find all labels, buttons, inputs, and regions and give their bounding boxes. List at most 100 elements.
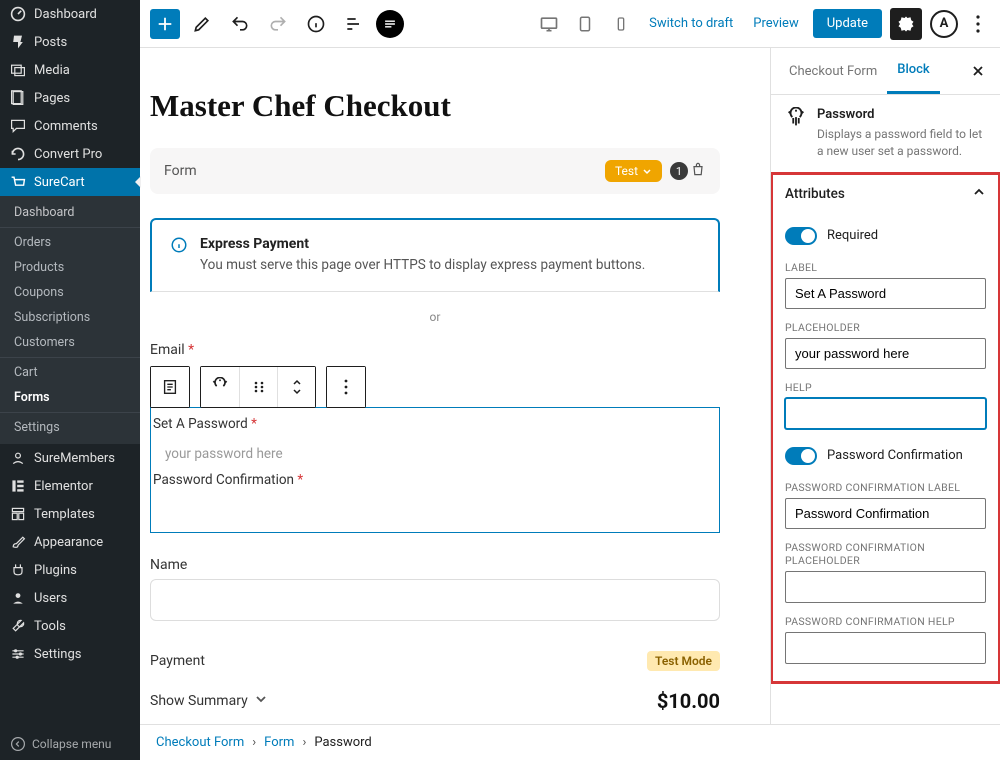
sub-products[interactable]: Products — [0, 255, 140, 280]
sub-subscriptions[interactable]: Subscriptions — [0, 305, 140, 330]
test-badge[interactable]: Test — [605, 160, 662, 182]
sidebar-item-appearance[interactable]: Appearance — [0, 528, 140, 556]
info-button[interactable] — [300, 8, 332, 40]
help-input[interactable] — [785, 398, 986, 429]
edit-mode-button[interactable] — [186, 8, 218, 40]
pin-icon — [10, 34, 26, 50]
name-field[interactable]: Name — [150, 557, 720, 621]
astra-button[interactable]: A — [930, 10, 958, 38]
password-confirm-label: Password Confirmation * — [153, 472, 717, 492]
payment-section[interactable]: Payment Test Mode — [150, 651, 720, 671]
sub-settings[interactable]: Settings — [0, 415, 140, 440]
express-payment-block[interactable]: Express Payment You must serve this page… — [150, 218, 720, 292]
brush-icon — [10, 534, 26, 550]
drag-handle-button[interactable] — [239, 367, 277, 407]
attributes-title: Attributes — [785, 186, 845, 202]
sub-customers[interactable]: Customers — [0, 330, 140, 355]
switch-to-draft-link[interactable]: Switch to draft — [643, 16, 739, 31]
sidebar-item-templates[interactable]: Templates — [0, 500, 140, 528]
sub-forms[interactable]: Forms — [0, 385, 140, 410]
sidebar-item-pages[interactable]: Pages — [0, 84, 140, 112]
pwc-label-field-label: PASSWORD CONFIRMATION LABEL — [785, 481, 986, 494]
sub-coupons[interactable]: Coupons — [0, 280, 140, 305]
redo-button[interactable] — [262, 8, 294, 40]
app-logo-icon[interactable] — [376, 10, 404, 38]
crumb-checkout-form[interactable]: Checkout Form — [156, 735, 244, 750]
sidebar-item-plugins[interactable]: Plugins — [0, 556, 140, 584]
block-type-button[interactable] — [201, 367, 239, 407]
pwc-label-input[interactable] — [785, 498, 986, 529]
device-mobile-button[interactable] — [607, 10, 635, 38]
elementor-icon — [10, 478, 26, 494]
password-confirmation-toggle[interactable] — [785, 447, 817, 465]
sidebar-label: Posts — [34, 35, 67, 50]
tab-checkout-form[interactable]: Checkout Form — [779, 50, 887, 93]
move-updown-button[interactable] — [277, 367, 315, 407]
sidebar-label: Comments — [34, 119, 98, 134]
form-block[interactable]: Form Test 1 — [150, 148, 720, 194]
testmode-badge: Test Mode — [647, 651, 720, 671]
settings-gear-button[interactable] — [890, 8, 922, 40]
sidebar-label: SureMembers — [34, 451, 115, 466]
more-options-button[interactable] — [966, 10, 990, 38]
sidebar-label: SureCart — [34, 175, 85, 190]
collapse-menu[interactable]: Collapse menu — [0, 728, 140, 760]
editor-canvas[interactable]: Master Chef Checkout Form Test 1 Express… — [140, 48, 770, 724]
members-icon — [10, 450, 26, 466]
sidebar-item-elementor[interactable]: Elementor — [0, 472, 140, 500]
sidebar-label: Users — [34, 591, 67, 606]
required-label: Required — [827, 228, 878, 243]
attributes-toggle[interactable]: Attributes — [771, 173, 1000, 215]
chevron-up-icon — [972, 185, 986, 203]
tab-block[interactable]: Block — [887, 48, 939, 94]
label-input[interactable] — [785, 278, 986, 309]
sub-dashboard[interactable]: Dashboard — [0, 200, 140, 225]
sidebar-label: Tools — [34, 619, 66, 634]
sidebar-item-comments[interactable]: Comments — [0, 112, 140, 140]
sidebar-item-dashboard[interactable]: Dashboard — [0, 0, 140, 28]
collapse-label: Collapse menu — [32, 737, 111, 751]
crumb-form[interactable]: Form — [264, 735, 294, 750]
sidebar-label: Media — [34, 63, 70, 78]
sidebar-item-suremembers[interactable]: SureMembers — [0, 444, 140, 472]
pwc-help-input[interactable] — [785, 632, 986, 664]
page-title[interactable]: Master Chef Checkout — [150, 88, 720, 124]
sub-cart[interactable]: Cart — [0, 360, 140, 385]
sidebar-label: Settings — [34, 647, 81, 662]
sidebar-item-posts[interactable]: Posts — [0, 28, 140, 56]
block-more-button[interactable] — [327, 367, 365, 407]
sidebar-item-media[interactable]: Media — [0, 56, 140, 84]
pwc-help-field-label: PASSWORD CONFIRMATION HELP — [785, 615, 986, 628]
placeholder-field-label: PLACEHOLDER — [785, 321, 986, 334]
summary-row[interactable]: Show Summary $10.00 — [150, 689, 720, 713]
close-inspector-button[interactable] — [964, 57, 992, 85]
sidebar-item-users[interactable]: Users — [0, 584, 140, 612]
add-block-button[interactable] — [150, 9, 180, 39]
label-field-label: LABEL — [785, 261, 986, 274]
preview-link[interactable]: Preview — [747, 16, 804, 31]
name-input[interactable] — [150, 579, 720, 621]
password-confirmation-toggle-label: Password Confirmation — [827, 448, 963, 463]
inspector-block-title: Password — [817, 107, 986, 122]
password-block[interactable]: Set A Password * your password here Pass… — [150, 407, 720, 533]
device-tablet-button[interactable] — [571, 10, 599, 38]
undo-button[interactable] — [224, 8, 256, 40]
outline-button[interactable] — [338, 8, 370, 40]
update-button[interactable]: Update — [813, 9, 882, 38]
sidebar-item-tools[interactable]: Tools — [0, 612, 140, 640]
sidebar-item-settings[interactable]: Settings — [0, 640, 140, 668]
required-toggle[interactable] — [785, 227, 817, 245]
sidebar-item-surecart[interactable]: SureCart — [0, 168, 140, 196]
inspector-block-desc: Displays a password field to let a new u… — [817, 126, 986, 160]
sidebar-item-convertpro[interactable]: Convert Pro — [0, 140, 140, 168]
crumb-password[interactable]: Password — [314, 735, 371, 750]
placeholder-input[interactable] — [785, 338, 986, 369]
sub-orders[interactable]: Orders — [0, 230, 140, 255]
device-desktop-button[interactable] — [535, 10, 563, 38]
parent-block-button[interactable] — [151, 367, 189, 407]
editor-topbar: Switch to draft Preview Update A — [140, 0, 1000, 48]
comment-icon — [10, 118, 26, 134]
fingerprint-icon — [785, 107, 807, 129]
templates-icon — [10, 506, 26, 522]
pwc-placeholder-input[interactable] — [785, 571, 986, 603]
